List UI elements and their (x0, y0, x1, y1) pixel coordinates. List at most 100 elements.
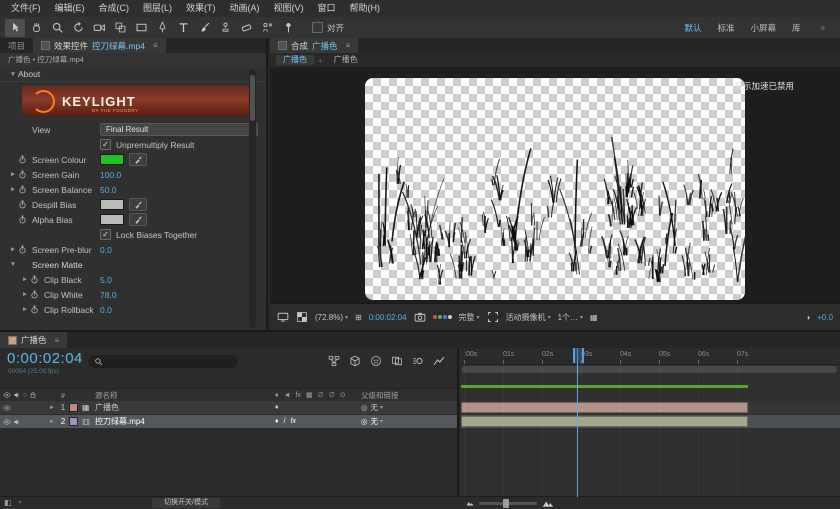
stopwatch-icon[interactable] (18, 215, 32, 224)
exposure-value[interactable]: +0.0 (817, 313, 833, 322)
stopwatch-icon[interactable] (18, 215, 27, 224)
zoom-slider-track[interactable] (479, 502, 537, 505)
current-time-indicator-head[interactable] (573, 348, 584, 363)
work-area-bar[interactable] (462, 366, 837, 373)
layer-row[interactable]: ►2控刀绿幕.mp4♦/fx◎无▾ (0, 415, 457, 428)
zoom-out-mountain-icon[interactable] (466, 499, 474, 507)
stopwatch-icon[interactable] (30, 275, 39, 284)
expand-in-out-icon[interactable]: ◧ (4, 498, 12, 507)
stopwatch-icon[interactable] (18, 200, 27, 209)
layer-lane[interactable] (461, 401, 840, 414)
composition-mini-flowchart-icon[interactable] (328, 355, 340, 367)
selection-tool-button[interactable] (5, 19, 25, 37)
layer-label-color[interactable] (69, 417, 78, 426)
eraser-tool-button[interactable] (236, 19, 256, 37)
camera-dropdown[interactable]: 活动摄像机▾ (506, 312, 551, 323)
frame-blending-icon[interactable] (391, 355, 403, 367)
parent-link-header[interactable]: 父级和链接 (361, 390, 457, 401)
layer-duration-bar[interactable] (461, 416, 748, 427)
property-value[interactable]: 0.0 (100, 305, 112, 315)
view-layout-dropdown[interactable]: 1个…▾ (558, 312, 583, 323)
quality-switch-icon[interactable]: ♦ (275, 404, 279, 411)
search-input[interactable] (107, 356, 232, 367)
menu-item[interactable]: 帮助(H) (343, 0, 388, 17)
color-swatch[interactable] (100, 214, 124, 225)
show-channel-icon[interactable] (433, 315, 452, 319)
expander-icon[interactable]: ▼ (8, 261, 18, 268)
color-swatch[interactable] (100, 154, 124, 165)
property-value[interactable]: 78.0 (100, 290, 117, 300)
zoom-tool-button[interactable] (47, 19, 67, 37)
audio-switch-icon[interactable] (13, 418, 21, 426)
stopwatch-icon[interactable] (18, 170, 27, 179)
stopwatch-icon[interactable] (18, 155, 32, 164)
stopwatch-icon[interactable] (18, 200, 32, 209)
eyedropper-button[interactable] (129, 213, 147, 226)
toggle-switches-modes-button[interactable]: 切换开关/模式 (152, 498, 220, 508)
roto-brush-tool-button[interactable] (257, 19, 277, 37)
workspace-button[interactable]: 小屏幕 (751, 22, 777, 34)
expander-icon[interactable]: ► (8, 171, 18, 178)
stopwatch-icon[interactable] (18, 185, 32, 194)
menu-item[interactable]: 视图(V) (267, 0, 311, 17)
menu-item[interactable]: 编辑(E) (48, 0, 92, 17)
current-time-indicator[interactable] (577, 348, 578, 497)
workspace-button[interactable]: 标准 (718, 22, 735, 34)
tab-effect-controls[interactable]: 效果控件 控刀绿幕.mp4 ≡ (33, 38, 166, 53)
snapshot-icon[interactable] (414, 311, 426, 323)
shape-tool-button[interactable] (131, 19, 151, 37)
video-switch-icon[interactable] (3, 404, 11, 412)
parent-dropdown[interactable]: 无▾ (371, 402, 384, 413)
workspace-overflow-icon[interactable]: » (821, 23, 825, 32)
draft-3d-icon[interactable] (349, 355, 361, 367)
video-switch-icon[interactable] (3, 418, 11, 426)
expander-icon[interactable]: ► (20, 306, 30, 313)
eyedropper-button[interactable] (129, 198, 147, 211)
stopwatch-icon[interactable] (18, 245, 27, 254)
stopwatch-icon[interactable] (18, 245, 32, 254)
composition-viewer[interactable]: 显示加速已禁用 (270, 67, 840, 304)
quality-switch-icon[interactable]: ♦ (275, 418, 279, 425)
menu-item[interactable]: 合成(C) (92, 0, 137, 17)
tab-project[interactable]: 项目 (0, 38, 33, 53)
expander-icon[interactable]: ► (8, 186, 18, 193)
view-dropdown[interactable]: Final Result▾ (100, 123, 258, 136)
workspace-button[interactable]: 默认 (684, 22, 701, 34)
tab-timeline-comp[interactable]: 广播色 ≡ (0, 332, 67, 348)
fx-badge[interactable]: fx (291, 418, 296, 425)
expander-icon[interactable]: ► (20, 276, 30, 283)
tab-composition[interactable]: 合成 广播色 ≡ (270, 38, 358, 53)
expander-icon[interactable]: ▼ (8, 71, 18, 78)
exposure-icon[interactable]: ◑ (805, 313, 810, 322)
rotation-tool-button[interactable] (68, 19, 88, 37)
stopwatch-icon[interactable] (18, 155, 27, 164)
property-checkbox[interactable]: ✓ (100, 229, 111, 240)
hand-tool-button[interactable] (26, 19, 46, 37)
safe-margins-icon[interactable]: ⊞ (355, 313, 362, 322)
zoom-slider-thumb[interactable] (503, 499, 509, 508)
layer-duration-bar[interactable] (461, 402, 748, 413)
panel-menu-icon[interactable]: ≡ (346, 41, 351, 50)
time-ruler[interactable]: :00s01s02s03s04s05s06s07s (461, 348, 840, 365)
layer-lane[interactable] (461, 415, 840, 428)
expander-icon[interactable]: ► (8, 246, 18, 253)
brush-tool-button[interactable] (194, 19, 214, 37)
viewer-timecode[interactable]: 0:00:02:04 (369, 313, 407, 322)
transparency-grid-icon[interactable] (296, 311, 308, 323)
region-of-interest-icon[interactable] (487, 311, 499, 323)
collapse-switch-icon[interactable]: / (284, 418, 286, 425)
resolution-dropdown[interactable]: 完整▾ (459, 312, 480, 323)
menu-item[interactable]: 动画(A) (223, 0, 267, 17)
property-value[interactable]: 50.0 (100, 185, 117, 195)
panel-menu-icon[interactable]: ≡ (153, 41, 158, 50)
clone-stamp-tool-button[interactable] (215, 19, 235, 37)
source-name-header[interactable]: 源名称 (95, 390, 275, 401)
stopwatch-icon[interactable] (30, 305, 44, 314)
scrollbar-thumb[interactable] (250, 75, 255, 121)
property-value[interactable]: 100.0 (100, 170, 121, 180)
pick-whip-icon[interactable]: ◎ (361, 403, 368, 412)
graph-editor-icon[interactable] (433, 355, 445, 367)
effect-scrollbar[interactable] (249, 69, 256, 328)
comp-nav-item[interactable]: 广播色 (327, 55, 365, 65)
grid-options-icon[interactable]: ▦ (590, 313, 598, 322)
